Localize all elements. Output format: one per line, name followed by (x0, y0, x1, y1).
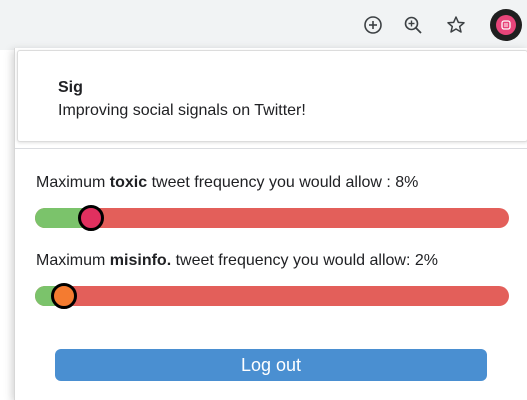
browser-toolbar (0, 0, 527, 50)
sig-extension-icon (496, 15, 516, 35)
misinfo-label-keyword: misinfo. (109, 252, 172, 269)
star-icon[interactable] (443, 12, 469, 38)
toxic-label-prefix: Maximum (36, 174, 106, 191)
extension-popup: Sig Improving social signals on Twitter!… (14, 48, 527, 400)
misinfo-slider-thumb[interactable] (51, 283, 78, 309)
misinfo-label-suffix: tweet frequency you would allow: 2% (175, 252, 438, 269)
toxic-label-keyword: toxic (109, 174, 148, 191)
zoom-in-icon[interactable] (400, 12, 426, 38)
header-divider (15, 148, 527, 149)
popup-header: Sig Improving social signals on Twitter! (17, 50, 527, 142)
toxic-slider-thumb[interactable] (78, 205, 105, 231)
misinfo-label-prefix: Maximum (36, 252, 106, 269)
app-name: Sig (58, 79, 83, 96)
toxic-slider-track[interactable] (35, 208, 509, 228)
toxic-label-suffix: tweet frequency you would allow : 8% (151, 174, 419, 191)
sig-extension-button[interactable] (490, 9, 522, 41)
background-page-edge (0, 50, 14, 400)
app-tagline: Improving social signals on Twitter! (58, 102, 306, 119)
misinfo-slider-label: Maximum misinfo. tweet frequency you wou… (36, 252, 438, 270)
misinfo-slider-track[interactable] (35, 286, 509, 306)
toxic-slider-label: Maximum toxic tweet frequency you would … (36, 174, 418, 192)
add-circle-icon[interactable] (360, 12, 386, 38)
logout-button[interactable]: Log out (55, 349, 487, 381)
